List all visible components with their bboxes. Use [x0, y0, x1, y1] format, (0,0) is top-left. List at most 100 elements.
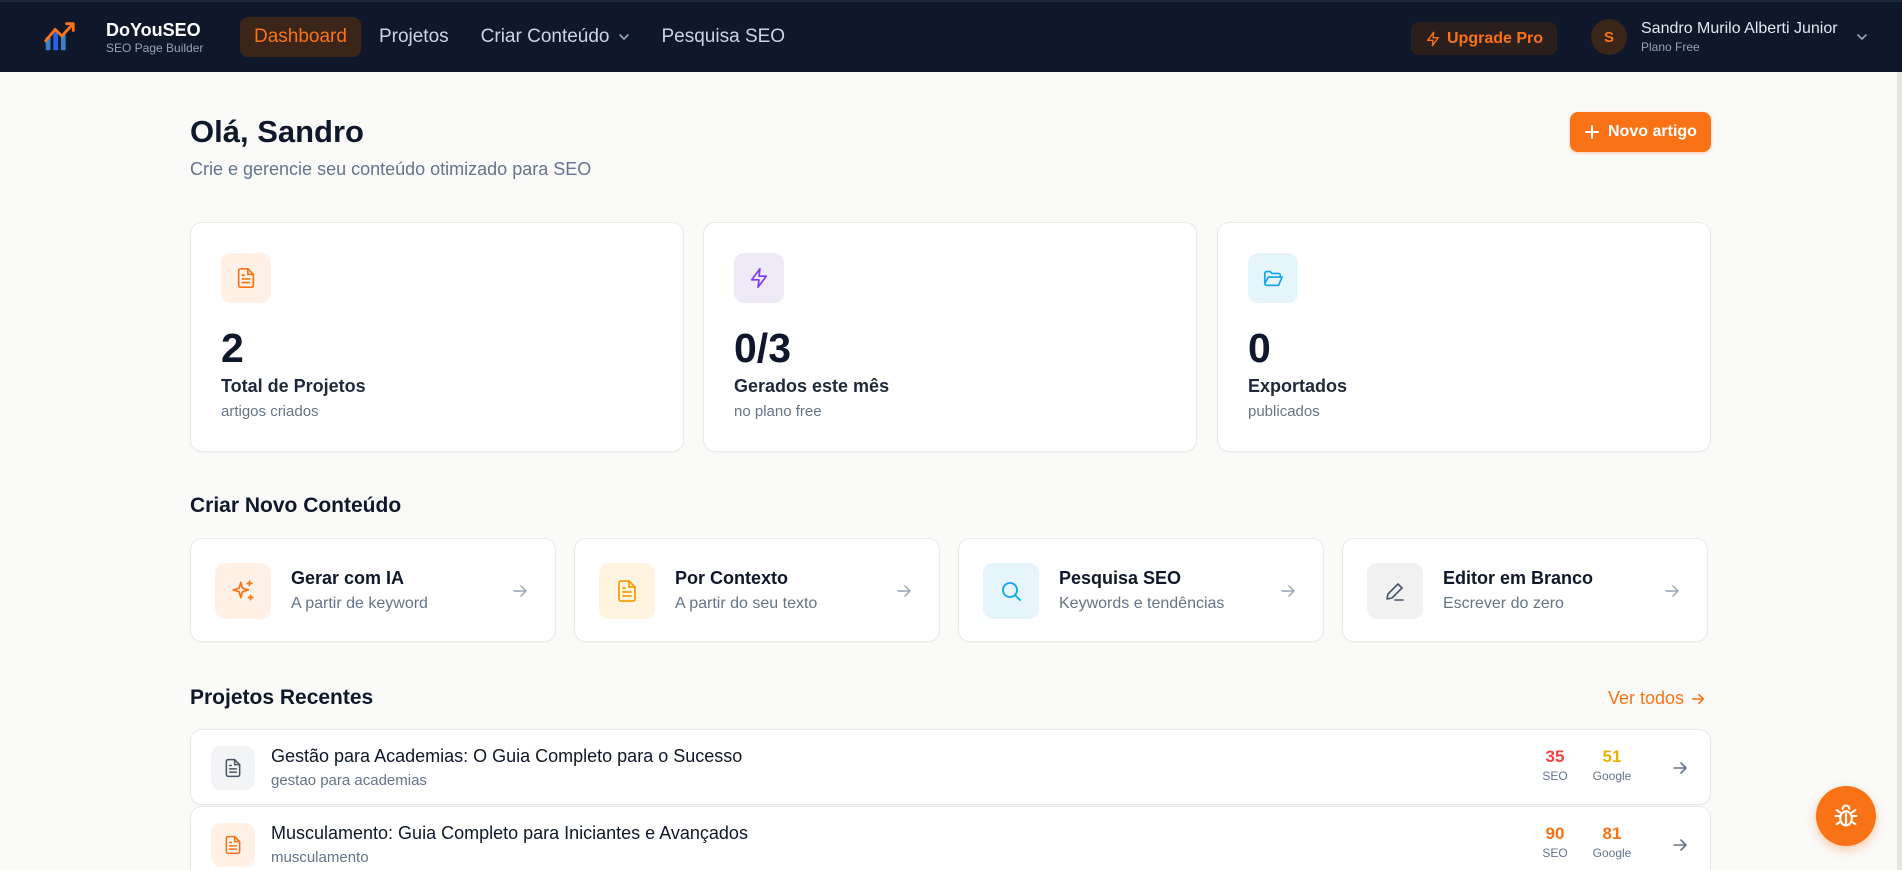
brand[interactable]: DoYouSEO SEO Page Builder [40, 18, 240, 56]
stat-card-gerados: 0/3 Gerados este mês no plano free [703, 222, 1197, 452]
arrow-right-icon [897, 585, 911, 597]
user-name: Sandro Murilo Alberti Junior [1641, 20, 1838, 37]
nav-pesquisa-seo[interactable]: Pesquisa SEO [648, 17, 800, 57]
document-icon [237, 268, 255, 288]
see-all-link[interactable]: Ver todos [1608, 688, 1706, 709]
user-plan: Plano Free [1641, 40, 1700, 54]
google-score-label: Google [1592, 769, 1632, 783]
page-scrollbar[interactable] [1897, 72, 1902, 870]
arrow-right-icon [513, 585, 527, 597]
recent-section-title: Projetos Recentes [190, 686, 374, 709]
stat-card-total-projetos: 2 Total de Projetos artigos criados [190, 222, 684, 452]
lightning-icon [1426, 31, 1439, 46]
stat-icon-box [1248, 253, 1298, 303]
brand-name: DoYouSEO [106, 19, 201, 40]
project-keyword: gestao para academias [271, 772, 427, 789]
project-row[interactable]: Gestão para Academias: O Guia Completo p… [190, 729, 1711, 805]
google-score-label: Google [1592, 846, 1632, 860]
seo-score-value: 35 [1545, 747, 1565, 766]
stat-label: Total de Projetos [221, 376, 366, 396]
project-icon-box [211, 746, 255, 790]
avatar: S [1591, 19, 1627, 55]
google-score-value: 81 [1602, 824, 1622, 843]
create-icon-box [983, 563, 1039, 619]
bug-report-button[interactable] [1816, 786, 1876, 846]
top-navbar: DoYouSEO SEO Page Builder Dashboard Proj… [0, 0, 1902, 72]
lightning-icon [750, 268, 768, 288]
nav-projetos[interactable]: Projetos [365, 17, 463, 57]
create-option-title: Gerar com IA [291, 568, 405, 588]
folder-open-icon [1263, 270, 1283, 287]
plus-icon [1585, 125, 1600, 139]
stat-value: 0/3 [734, 325, 791, 371]
google-score-value: 51 [1602, 747, 1622, 766]
main-nav: Dashboard Projetos Criar Conteúdo Pesqui… [240, 17, 803, 57]
create-icon-box [215, 563, 271, 619]
arrow-right-icon [1281, 585, 1295, 597]
stat-icon-box [734, 253, 784, 303]
create-option-desc: Keywords e tendências [1059, 595, 1225, 612]
create-option-pesquisa-seo[interactable]: Pesquisa SEO Keywords e tendências [958, 538, 1324, 642]
nav-criar-conteudo[interactable]: Criar Conteúdo [467, 17, 644, 57]
create-option-gerar-ia[interactable]: Gerar com IA A partir de keyword [190, 538, 556, 642]
google-score: 81 Google [1582, 823, 1642, 861]
bug-icon [1834, 804, 1858, 827]
chevron-down-icon [1856, 34, 1867, 40]
create-icon-box [1367, 563, 1423, 619]
stat-note: publicados [1248, 403, 1320, 420]
nav-criar-conteudo-label: Criar Conteúdo [480, 26, 610, 47]
seo-score-label: SEO [1542, 846, 1568, 860]
create-option-title: Por Contexto [675, 568, 789, 588]
project-title: Gestão para Academias: O Guia Completo p… [271, 746, 743, 766]
google-score: 51 Google [1582, 746, 1642, 784]
create-option-title: Editor em Branco [1443, 568, 1594, 588]
project-keyword: musculamento [271, 849, 369, 866]
create-option-desc: Escrever do zero [1443, 595, 1564, 612]
arrow-right-icon [1673, 839, 1687, 851]
user-menu[interactable]: S Sandro Murilo Alberti Junior Plano Fre… [1591, 19, 1868, 55]
stat-value: 2 [221, 325, 244, 371]
page-subtitle: Crie e gerencie seu conteúdo otimizado p… [190, 159, 592, 179]
stat-label: Exportados [1248, 376, 1348, 396]
stat-note: no plano free [734, 403, 822, 420]
upgrade-pro-button[interactable]: Upgrade Pro [1411, 22, 1557, 55]
stat-card-exportados: 0 Exportados publicados [1217, 222, 1711, 452]
nav-dashboard[interactable]: Dashboard [240, 17, 361, 57]
create-option-editor-branco[interactable]: Editor em Branco Escrever do zero [1342, 538, 1708, 642]
create-option-title: Pesquisa SEO [1059, 568, 1182, 588]
seo-score-value: 90 [1545, 824, 1565, 843]
document-icon [225, 835, 241, 855]
create-icon-box [599, 563, 655, 619]
upgrade-pro-label: Upgrade Pro [1446, 29, 1543, 47]
create-option-desc: A partir do seu texto [675, 595, 818, 612]
document-icon [225, 758, 241, 778]
project-icon-box [211, 823, 255, 867]
arrow-right-icon [1673, 762, 1687, 774]
chevron-down-icon [618, 34, 629, 40]
page-title: Olá, Sandro [190, 114, 364, 149]
nav-projetos-label: Projetos [378, 26, 449, 47]
seo-score: 90 SEO [1525, 823, 1585, 861]
logo-icon [44, 22, 75, 51]
create-section-title: Criar Novo Conteúdo [190, 494, 402, 517]
create-option-por-contexto[interactable]: Por Contexto A partir do seu texto [574, 538, 940, 642]
project-title: Musculamento: Guia Completo para Inician… [271, 823, 748, 843]
stat-label: Gerados este mês [734, 376, 890, 396]
search-icon [1002, 582, 1021, 601]
project-row[interactable]: Musculamento: Guia Completo para Inician… [190, 806, 1711, 870]
create-option-desc: A partir de keyword [291, 595, 428, 612]
stat-icon-box [221, 253, 271, 303]
see-all-label: Ver todos [1608, 688, 1685, 708]
stat-note: artigos criados [221, 403, 319, 420]
new-article-label: Novo artigo [1608, 123, 1697, 140]
arrow-right-icon [1665, 585, 1679, 597]
arrow-right-icon [1691, 693, 1705, 704]
document-icon [618, 580, 636, 602]
brand-tagline: SEO Page Builder [106, 40, 204, 55]
seo-score-label: SEO [1542, 769, 1568, 783]
new-article-button[interactable]: Novo artigo [1570, 112, 1711, 152]
seo-score: 35 SEO [1525, 746, 1585, 784]
pencil-icon [1386, 583, 1404, 601]
nav-pesquisa-seo-label: Pesquisa SEO [661, 26, 786, 47]
sparkles-icon [232, 580, 254, 601]
